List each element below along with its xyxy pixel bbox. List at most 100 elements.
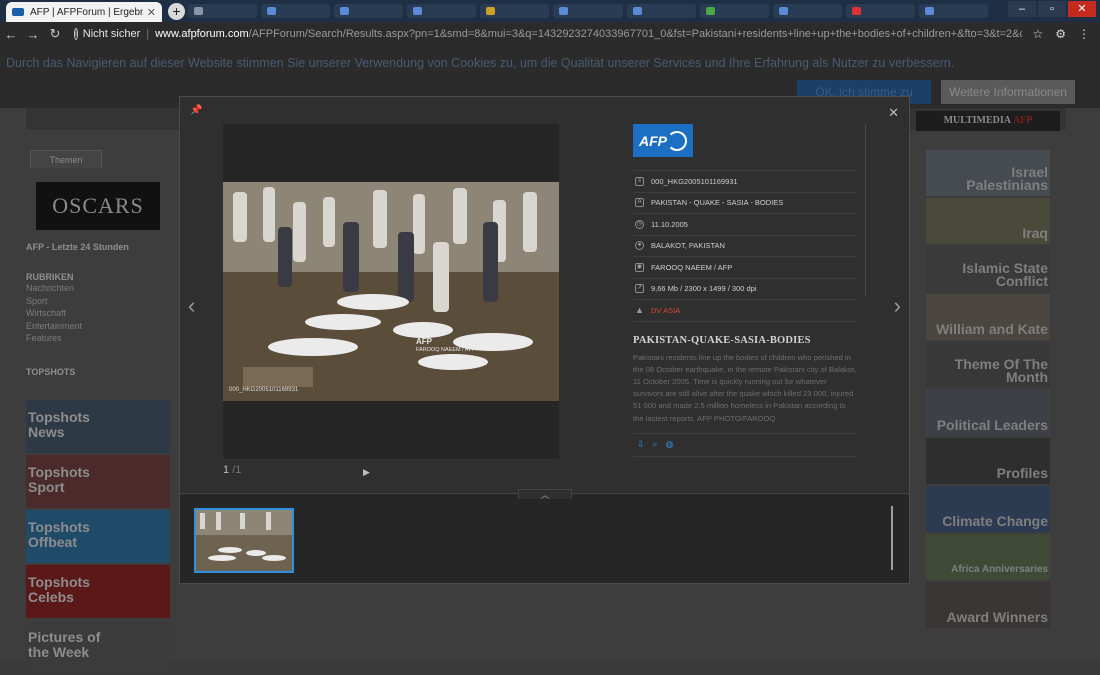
menu-icon[interactable]: ⋮ xyxy=(1078,27,1090,41)
topshots-tile-label: Topshots Sport xyxy=(28,464,90,495)
background-tab[interactable] xyxy=(480,4,550,18)
filmstrip-thumbnail[interactable] xyxy=(194,508,294,573)
back-icon[interactable]: ← xyxy=(0,27,22,42)
url-host: www.afpforum.com xyxy=(155,28,249,40)
main-photo[interactable]: AFP FAROOQ NAEEM / AFP 000_HKG20051011699… xyxy=(223,182,559,401)
multimedia-tab[interactable]: MULTIMEDIA AFP xyxy=(916,111,1060,131)
caption-body: Pakistani residents line up the bodies o… xyxy=(633,352,857,423)
theme-tile-label: Climate Change xyxy=(942,513,1048,529)
multimedia-label: MULTIMEDIA xyxy=(943,115,1011,126)
theme-tile[interactable]: Profiles xyxy=(926,438,1050,484)
theme-tile[interactable]: Award Winners xyxy=(926,582,1050,628)
minimize-icon[interactable]: – xyxy=(1008,1,1036,17)
pager: 1 /1 xyxy=(223,464,241,476)
tab-themen[interactable]: Themen xyxy=(30,150,102,168)
warning-icon: ▲ xyxy=(635,304,644,315)
new-tab-button[interactable]: + xyxy=(168,3,185,20)
play-icon[interactable]: ▶ xyxy=(363,467,370,478)
theme-tile[interactable]: Iraq xyxy=(926,198,1050,244)
photo-watermark-logo: AFP xyxy=(416,337,432,346)
topshots-tile[interactable]: Topshots Celebs xyxy=(26,565,170,618)
metadata-list: ≡ 000_HKG2005101169931 A PAKISTAN - QUAKE … xyxy=(633,170,857,322)
browser-tab-active[interactable]: AFP | AFPForum | Ergebnisse für ✕ xyxy=(6,2,162,22)
next-arrow-icon[interactable]: › xyxy=(894,293,901,319)
topshots-tile[interactable]: Topshots Sport xyxy=(26,455,170,508)
document-icon: ≡ xyxy=(635,176,644,186)
theme-tile-label: Iraq xyxy=(1022,225,1048,241)
photo-watermark: AFP FAROOQ NAEEM / AFP xyxy=(416,338,476,354)
photo-id-watermark: 000_HKG2005101169931 xyxy=(229,387,299,393)
filmstrip-scrollbar[interactable] xyxy=(891,506,893,570)
window-controls: – ▫ ✕ xyxy=(1008,1,1096,17)
background-tab[interactable] xyxy=(845,4,915,18)
theme-tile-label: Africa Anniversaries xyxy=(951,564,1048,575)
topshots-heading: TOPSHOTS xyxy=(26,366,76,377)
previous-arrow-icon[interactable]: ‹ xyxy=(188,293,195,319)
photo-viewer: AFP FAROOQ NAEEM / AFP 000_HKG20051011699… xyxy=(223,124,559,459)
theme-tile-label: Political Leaders xyxy=(936,417,1048,433)
background-tab[interactable] xyxy=(699,4,769,18)
site-info-icon[interactable]: i xyxy=(74,28,78,40)
tab-title: AFP | AFPForum | Ergebnisse für xyxy=(30,6,143,18)
cookie-text: Durch das Navigieren auf dieser Website … xyxy=(6,56,955,70)
rubrik-link[interactable]: Entertainment xyxy=(26,320,172,333)
background-tab[interactable] xyxy=(188,4,258,18)
theme-tile[interactable]: Political Leaders xyxy=(926,390,1050,436)
topshots-tile[interactable]: Topshots Offbeat xyxy=(26,510,170,563)
rubrik-link[interactable]: Features xyxy=(26,332,172,345)
theme-tile[interactable]: Theme Of The Month xyxy=(926,342,1050,388)
topshots-tile[interactable]: Topshots News xyxy=(26,400,170,453)
theme-tile-label: Islamic State Conflict xyxy=(962,260,1048,289)
clock-icon: ◷ xyxy=(635,219,644,229)
bookmark-star-icon[interactable]: ☆ xyxy=(1032,27,1043,41)
theme-tile[interactable]: Israel Palestinians xyxy=(926,150,1050,196)
pager-current: 1 xyxy=(223,464,230,476)
theme-tile[interactable]: Africa Anniversaries xyxy=(926,534,1050,580)
url-field[interactable]: i Nicht sicher | www.afpforum.com /AFPFo… xyxy=(74,25,1022,43)
background-tab[interactable] xyxy=(772,4,842,18)
window-close-icon[interactable]: ✕ xyxy=(1068,1,1096,17)
download-icon[interactable]: ⇩ xyxy=(637,439,645,450)
globe-share-icon[interactable]: ◍ xyxy=(666,439,674,450)
maximize-icon[interactable]: ▫ xyxy=(1038,1,1066,17)
background-tab[interactable] xyxy=(261,4,331,18)
meta-id-row: ≡ 000_HKG2005101169931 xyxy=(633,171,857,193)
theme-tile-label: Theme Of The Month xyxy=(954,356,1048,385)
theme-tile[interactable]: William and Kate xyxy=(926,294,1050,340)
background-tab[interactable] xyxy=(553,4,623,18)
filmstrip-thumbnail-image xyxy=(196,510,292,571)
cookie-info-button[interactable]: Weitere Informationen xyxy=(941,80,1075,104)
left-sidebar: Themen OSCARS AFP - Letzte 24 Stunden RU… xyxy=(26,150,172,377)
oscars-banner[interactable]: OSCARS xyxy=(36,182,160,230)
meta-id: 000_HKG2005101169931 xyxy=(651,176,738,186)
globe-icon: ● xyxy=(635,241,644,251)
meta-headline-row: A PAKISTAN - QUAKE - SASIA - BODIES xyxy=(633,193,857,214)
topshots-tile[interactable]: Pictures of the Week xyxy=(26,620,170,673)
theme-tile[interactable]: Islamic State Conflict xyxy=(926,246,1050,292)
rubrik-link[interactable]: Wirtschaft xyxy=(26,307,172,320)
forward-icon[interactable]: → xyxy=(22,27,44,42)
background-tab[interactable] xyxy=(407,4,477,18)
tab-close-icon[interactable]: ✕ xyxy=(147,6,156,19)
multimedia-suffix: AFP xyxy=(1012,115,1033,126)
meta-headline: PAKISTAN - QUAKE - SASIA - BODIES xyxy=(651,198,784,208)
background-tab[interactable] xyxy=(334,4,404,18)
background-tab[interactable] xyxy=(918,4,989,18)
extension-icon[interactable]: ⚙ xyxy=(1055,27,1066,41)
meta-size-row: ↗ 9,66 Mb / 2300 x 1499 / 300 dpi xyxy=(633,279,857,300)
zoom-icon[interactable]: ⌕ xyxy=(653,439,658,450)
pin-icon[interactable]: 📌 xyxy=(190,105,202,116)
background-tab[interactable] xyxy=(626,4,696,18)
camera-icon: ◉ xyxy=(635,262,644,272)
rubrik-link[interactable]: Nachrichten xyxy=(26,282,172,295)
latest-24h-link[interactable]: AFP - Letzte 24 Stunden xyxy=(26,242,172,252)
theme-tile[interactable]: Climate Change xyxy=(926,486,1050,532)
topshots-tile-label: Topshots Celebs xyxy=(28,574,90,605)
metadata-scrollbar[interactable] xyxy=(865,124,866,296)
topshots-tile-label: Topshots Offbeat xyxy=(28,519,90,550)
rubrik-link[interactable]: Sport xyxy=(26,295,172,308)
collapse-chevron-icon[interactable]: ︿ xyxy=(518,489,572,500)
theme-tile-label: Israel Palestinians xyxy=(966,164,1048,193)
reload-icon[interactable]: ↻ xyxy=(44,26,66,42)
close-icon[interactable]: ✕ xyxy=(888,105,899,121)
